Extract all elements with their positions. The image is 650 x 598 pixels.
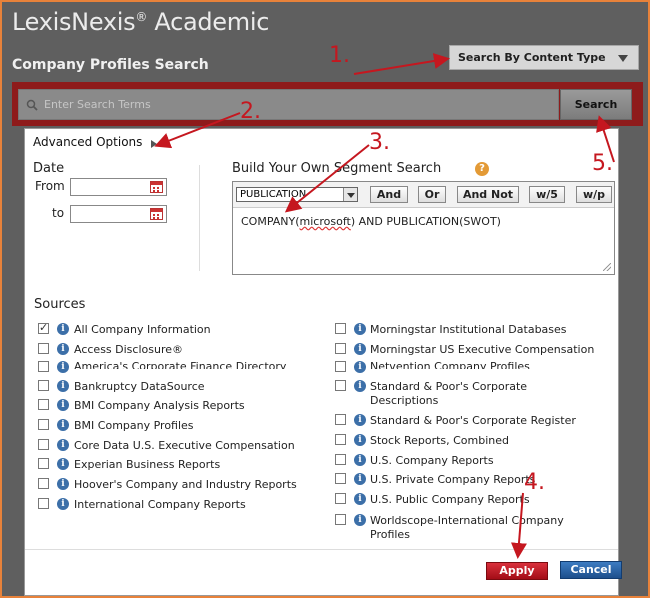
annotation-label-2: 2. (240, 99, 261, 124)
annotation-arrow-4 (510, 492, 527, 559)
annotation-arrows (154, 53, 615, 559)
annotation-arrow-2 (154, 112, 241, 149)
app-frame: LexisNexis® Academic Company Profiles Se… (0, 0, 650, 598)
annotation-label-3: 3. (369, 130, 390, 155)
annotation-arrow-3 (284, 144, 370, 213)
annotation-arrow-1 (353, 53, 450, 75)
annotation-label-1: 1. (329, 43, 350, 68)
annotation-label-4: 4. (524, 470, 545, 495)
annotation-label-5: 5. (592, 151, 613, 176)
